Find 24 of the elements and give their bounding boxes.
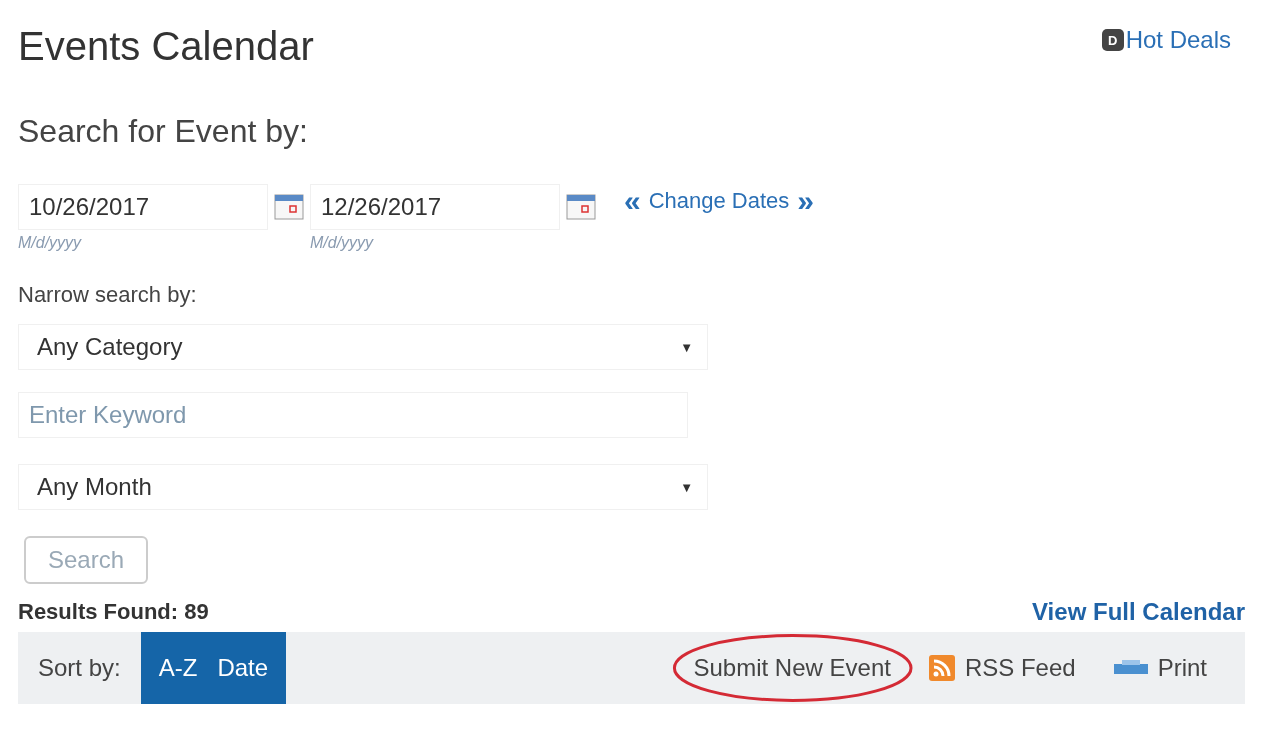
submit-event-link[interactable]: Submit New Event: [693, 654, 891, 682]
view-full-calendar-link[interactable]: View Full Calendar: [1032, 598, 1245, 626]
sort-label: Sort by:: [38, 654, 121, 682]
calendar-icon[interactable]: [566, 194, 596, 220]
date-field[interactable]: 10/26/2017: [18, 184, 268, 230]
sort-option[interactable]: A-Z: [140, 632, 208, 704]
sort-option[interactable]: Date: [207, 632, 287, 704]
hot-deals-link[interactable]: D Hot Deals: [1101, 26, 1231, 54]
date-field[interactable]: 12/26/2017: [310, 184, 560, 230]
rss-icon: [928, 655, 955, 681]
change-dates-link[interactable]: « Change Dates »: [624, 184, 815, 216]
category-select[interactable]: Any Category ▼: [18, 324, 708, 370]
date-format-hint: M/d/yyyy: [18, 234, 83, 252]
narrow-label: Narrow search by:: [18, 282, 198, 308]
results-count: Results Found: 89: [18, 599, 209, 625]
page-title: Events Calendar: [18, 24, 314, 69]
calendar-icon[interactable]: [274, 194, 304, 220]
print-link[interactable]: Print: [1113, 654, 1207, 682]
search-heading: Search for Event by:: [18, 113, 309, 150]
deals-badge-icon: D: [1101, 29, 1124, 51]
keyword-field[interactable]: Enter Keyword: [18, 392, 688, 438]
month-select[interactable]: Any Month ▼: [18, 464, 708, 510]
date-format-hint: M/d/yyyy: [310, 234, 375, 252]
rss-feed-link[interactable]: RSS Feed: [928, 654, 1076, 682]
